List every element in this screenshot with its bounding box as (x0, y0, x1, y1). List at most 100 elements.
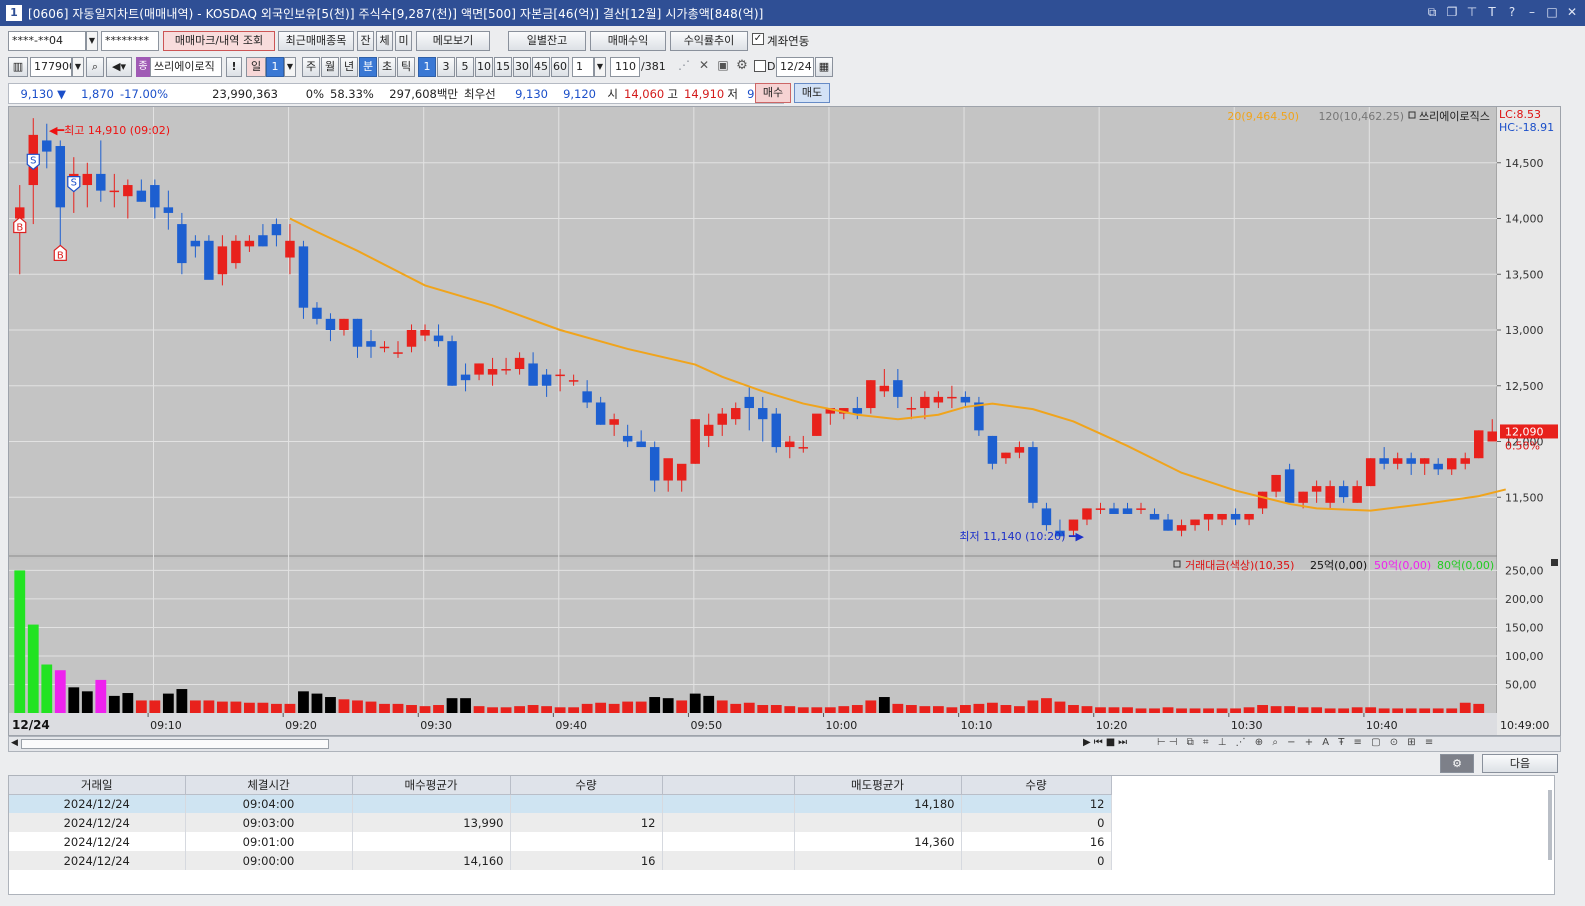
interval-dropdown-icon[interactable]: ▼ (594, 57, 606, 77)
interval-1-button[interactable]: 1 (418, 57, 436, 77)
candle-body (163, 207, 174, 213)
restore-layout-icon[interactable]: ❐ (1445, 3, 1459, 21)
mark-history-button[interactable]: 매매마크/내역 조회 (163, 31, 275, 51)
table-row[interactable]: 2024/12/24 09:00:00 14,160 16 0 (9, 851, 1112, 870)
account-link-checkbox[interactable]: ✓ (752, 33, 764, 45)
volume-bar (311, 693, 323, 713)
candle-body (406, 330, 417, 347)
last-price-label: 12,090 (1505, 425, 1544, 438)
chart-tools-icon[interactable]: ⊢⊣ ⧉ ⌗ ⊥ ⋰ ⊕ ⌕ − + A Ŧ ≡ ▢ ⊙ ⊞ ≡ (1157, 737, 1436, 748)
period-tick-button[interactable]: 틱 (397, 57, 415, 77)
col-exec-time[interactable]: 체결시간 (185, 776, 353, 795)
alert-icon[interactable]: ! (226, 57, 242, 77)
account-dropdown-icon[interactable]: ▼ (86, 31, 98, 51)
interval-45-button[interactable]: 45 (532, 57, 550, 77)
period-week-button[interactable]: 주 (302, 57, 320, 77)
candle-body (433, 335, 444, 342)
date-input[interactable]: 12/24 (776, 57, 814, 77)
scroll-thumb[interactable] (21, 739, 329, 749)
save-icon[interactable]: ▣ (714, 58, 732, 76)
help-icon[interactable]: ? (1505, 3, 1519, 21)
minimize-icon[interactable]: – (1525, 3, 1539, 21)
draw-tool-icon[interactable]: ⋰ (674, 58, 694, 76)
stock-code-dropdown-icon[interactable]: ▼ (72, 57, 84, 77)
volume-bar (514, 706, 525, 713)
chart-area[interactable]: 14,500 14,000 13,500 13,000 12,500 12,000 11,5… (8, 106, 1561, 736)
stock-panel-icon[interactable]: ▥ (8, 57, 28, 77)
sound-icon[interactable]: ◀▾ (106, 57, 132, 77)
interval-10-button[interactable]: 10 (475, 57, 493, 77)
period-second-button[interactable]: 초 (378, 57, 396, 77)
candle-body (244, 240, 255, 247)
interval-60-button[interactable]: 60 (551, 57, 569, 77)
volume-bar (946, 707, 958, 713)
period-minute-button[interactable]: 분 (359, 57, 377, 77)
col-buy-qty[interactable]: 수량 (510, 776, 663, 795)
window-number-icon[interactable]: 1 (6, 5, 22, 21)
volume-bar (419, 706, 431, 713)
col-sell-avg[interactable]: 매도평균가 (794, 776, 962, 795)
period-month-button[interactable]: 월 (321, 57, 339, 77)
close-icon[interactable]: ✕ (1565, 3, 1579, 21)
table-cell: 16 (510, 851, 663, 870)
table-row[interactable]: 2024/12/24 09:01:00 14,360 16 (9, 832, 1112, 851)
maximize-icon[interactable]: □ (1545, 3, 1559, 21)
interval-custom-input[interactable]: 1 (572, 57, 594, 77)
daily-balance-button[interactable]: 일별잔고 (508, 31, 586, 51)
tab-balance[interactable]: 잔 (357, 31, 374, 51)
volume-bar (392, 703, 404, 713)
col-buy-avg[interactable]: 매수평균가 (352, 776, 511, 795)
table-row[interactable]: 2024/12/24 09:04:00 14,180 12 (9, 794, 1112, 813)
recent-trades-button[interactable]: 최근매매종목 (278, 31, 354, 51)
col-trade-date[interactable]: 거래일 (9, 776, 186, 795)
time-tick-label: 10:40 (1366, 719, 1398, 732)
playback-controls[interactable]: ▶⏮■⏭ (1083, 737, 1130, 748)
sell-button[interactable]: 매도 (794, 83, 830, 103)
interval-15-button[interactable]: 15 (494, 57, 512, 77)
password-input[interactable]: ******** (101, 31, 159, 51)
trade-profit-button[interactable]: 매매수익 (590, 31, 666, 51)
date-checkbox[interactable] (754, 60, 766, 72)
font-size-icon[interactable]: T (1485, 3, 1499, 21)
volume-ratio: 58.33% (330, 86, 374, 101)
period-dropdown-icon[interactable]: ▼ (284, 57, 296, 77)
volume-bar (1405, 708, 1417, 713)
stock-code-input[interactable]: 177900 (30, 57, 72, 77)
table-cell: 12 (961, 794, 1112, 813)
period-day-button[interactable]: 일 (246, 57, 266, 77)
volume-bar (446, 698, 458, 713)
buy-button[interactable]: 매수 (755, 83, 791, 103)
tab-executed[interactable]: 체 (376, 31, 393, 51)
pin-icon[interactable]: ⊤ (1465, 3, 1479, 21)
interval-30-button[interactable]: 30 (513, 57, 531, 77)
trade-history-grid[interactable]: 거래일 체결시간 매수평균가 수량 매도평균가 수량 2024/12/24 09:… (8, 775, 1555, 895)
period-year-button[interactable]: 년 (340, 57, 358, 77)
period-number-select[interactable]: 1 (266, 57, 284, 77)
interval-3-button[interactable]: 3 (437, 57, 455, 77)
candle-body (258, 235, 268, 247)
vertical-scrollbar[interactable] (1548, 790, 1552, 860)
candle-body (1419, 458, 1430, 464)
candle-body (474, 363, 484, 375)
memo-button[interactable]: 메모보기 (416, 31, 490, 51)
link-window-icon[interactable]: ⧉ (1425, 3, 1439, 21)
candlestick-chart[interactable]: 14,50014,00013,50013,00012,50012,00011,5… (9, 107, 1560, 735)
crosshair-icon[interactable]: ✕ (694, 58, 714, 76)
next-button[interactable]: 다음 (1482, 754, 1558, 773)
table-row[interactable]: 2024/12/24 09:03:00 13,990 12 0 (9, 813, 1112, 832)
return-trend-button[interactable]: 수익률추이 (670, 31, 748, 51)
tab-unexecuted[interactable]: 미 (395, 31, 412, 51)
account-link-label: 계좌연동 (767, 34, 810, 48)
col-sell-qty[interactable]: 수량 (961, 776, 1112, 795)
interval-5-button[interactable]: 5 (456, 57, 474, 77)
scroll-left-icon[interactable]: ◀ (11, 738, 18, 748)
trade-amount: 297,608백만 (389, 86, 458, 101)
settings-gear-icon[interactable]: ⚙ (733, 58, 751, 76)
view-count-input[interactable]: 110 (610, 57, 640, 77)
grid-settings-gear-icon[interactable]: ⚙ (1440, 754, 1474, 773)
search-icon[interactable]: ⌕ (86, 57, 104, 77)
table-cell: 09:04:00 (185, 794, 353, 813)
calendar-icon[interactable]: ▦ (815, 57, 833, 77)
volume-bar (595, 702, 607, 713)
account-input[interactable]: ****-**04 (8, 31, 86, 51)
